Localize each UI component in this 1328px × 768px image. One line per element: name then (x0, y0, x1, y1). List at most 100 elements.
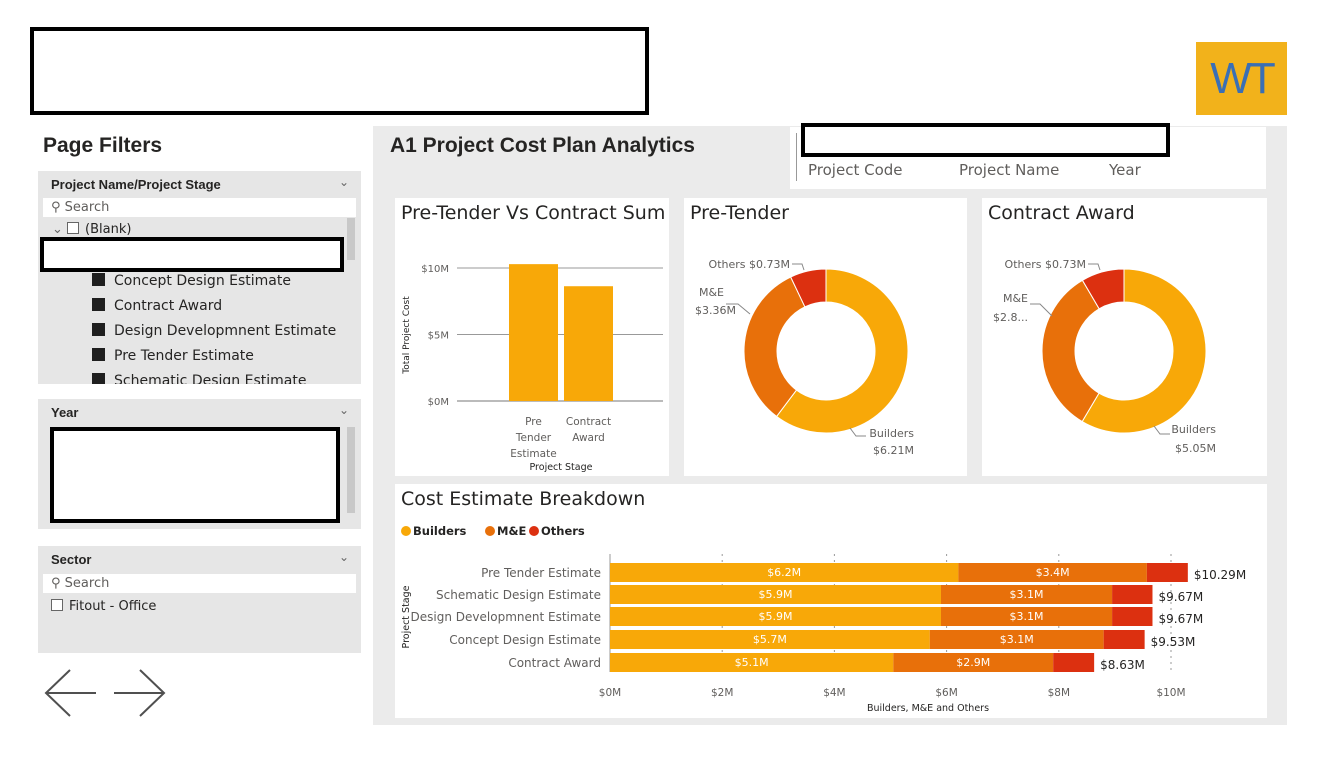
scrollbar[interactable] (347, 427, 355, 513)
stage-item[interactable]: Contract Award (92, 298, 222, 314)
x-tick-label: Pre Tender Estimate (510, 416, 556, 460)
bar-segment (1146, 563, 1188, 582)
total-label: $9.53M (1151, 635, 1196, 649)
checkbox-checked[interactable] (92, 273, 105, 286)
search-placeholder: Search (64, 200, 110, 215)
pretender-donut-card: Pre-Tender Others $0.73M M&E $3.36M Builder… (684, 198, 967, 476)
sector-slicer: Sector ⌄ ⚲ Search Fitout - Office (38, 546, 361, 653)
segment-label: $5.1M (735, 656, 769, 669)
y-tick-label: $10M (421, 264, 449, 275)
checkbox-checked[interactable] (92, 348, 105, 361)
sector-item[interactable]: Fitout - Office (51, 599, 156, 614)
project-code-label: Project Code (808, 161, 903, 179)
legend-marker (485, 526, 495, 536)
checkbox-checked[interactable] (92, 373, 105, 384)
segment-label: $6.2M (767, 566, 801, 579)
category-label: Design Developmnent Estimate (411, 610, 601, 624)
segment-label: $5.7M (753, 633, 787, 646)
tree-item-blank[interactable]: ⌄ (Blank) (52, 222, 131, 237)
data-label: $3.36M (695, 304, 736, 317)
checkbox-checked[interactable] (92, 323, 105, 336)
category-label: Concept Design Estimate (449, 633, 601, 647)
x-tick-label: $4M (823, 687, 845, 699)
chevron-down-icon[interactable]: ⌄ (339, 175, 349, 189)
chevron-down-icon[interactable]: ⌄ (52, 222, 63, 237)
redacted-project-name (40, 237, 344, 272)
page-filters-title: Page Filters (43, 134, 163, 157)
segment-label: $3.1M (1000, 633, 1034, 646)
slicer-header: Year (51, 405, 79, 420)
data-label: $2.8... (993, 311, 1028, 324)
data-label: $6.21M (873, 444, 914, 457)
y-tick-label: $0M (428, 397, 449, 408)
pretender-vs-contract-card: Pre-Tender Vs Contract Sum $0M $5M $10M Pre… (395, 198, 669, 476)
cost-breakdown-card: Cost Estimate Breakdown Builders M&E Other… (395, 484, 1267, 718)
category-label: Pre Tender Estimate (481, 566, 601, 580)
data-label: M&E (1003, 292, 1028, 305)
checkbox[interactable] (51, 599, 63, 611)
total-label: $9.67M (1158, 590, 1203, 604)
x-tick-label: $0M (599, 687, 621, 699)
tree-item-label: (Blank) (85, 222, 132, 237)
leader-line (1153, 425, 1170, 435)
redacted-project-info (801, 123, 1170, 157)
legend-label: Others (541, 524, 585, 538)
leader-line (1088, 263, 1101, 271)
slicer-header: Sector (51, 552, 92, 567)
project-name-label: Project Name (959, 161, 1060, 179)
donut-slice (1041, 279, 1100, 423)
bar-segment (1103, 630, 1145, 649)
total-label: $9.67M (1158, 612, 1203, 626)
x-axis-label: Builders, M&E and Others (867, 703, 989, 714)
pretender-vs-contract-chart: $0M $5M $10M Pre Tender Estimate Contract Award… (402, 264, 663, 473)
bar (509, 264, 558, 401)
checkbox-checked[interactable] (92, 298, 105, 311)
stage-item[interactable]: Pre Tender Estimate (92, 348, 254, 364)
stage-item[interactable]: Concept Design Estimate (92, 273, 291, 289)
legend-label: M&E (497, 524, 526, 538)
year-label: Year (1109, 161, 1141, 179)
segment-label: $3.4M (1036, 566, 1070, 579)
data-label: $5.05M (1175, 442, 1216, 455)
redacted-report-title (30, 27, 649, 115)
search-input[interactable]: ⚲ Search (43, 198, 356, 217)
data-label: Others $0.73M (1005, 258, 1086, 271)
chevron-down-icon[interactable]: ⌄ (339, 550, 349, 564)
total-label: $10.29M (1194, 568, 1246, 582)
x-tick-label: $6M (935, 687, 957, 699)
year-slicer: Year ⌄ (38, 399, 361, 529)
category-label: Contract Award (508, 656, 601, 670)
stage-item[interactable]: Design Developmnent Estimate (92, 323, 336, 339)
bar-segment (1053, 653, 1095, 672)
y-tick-label: $5M (428, 331, 449, 342)
divider (796, 133, 797, 181)
redacted-year-list (50, 427, 340, 523)
checkbox[interactable] (67, 222, 80, 234)
page-title: A1 Project Cost Plan Analytics (390, 134, 695, 157)
chevron-down-icon[interactable]: ⌄ (339, 403, 349, 417)
data-label: Others $0.73M (709, 258, 790, 271)
y-axis-label: Total Project Cost (402, 296, 412, 375)
leader-line (1030, 303, 1053, 317)
back-arrow-icon[interactable] (42, 668, 98, 718)
segment-label: $5.9M (759, 610, 793, 623)
bar (564, 286, 613, 401)
x-tick-label: $2M (711, 687, 733, 699)
stage-item[interactable]: Schematic Design Estimate (92, 373, 306, 384)
segment-label: $2.9M (956, 656, 990, 669)
data-label: Builders (869, 427, 914, 440)
logo-text: WT (1210, 53, 1275, 103)
cost-breakdown-chart: Builders M&E Others $0M $2M $4M $6M $8M $10M Buil… (401, 524, 1246, 714)
pretender-donut-chart: Others $0.73M M&E $3.36M Builders $6.21M (695, 258, 914, 457)
legend-label: Builders (413, 524, 467, 538)
leader-line (792, 263, 805, 271)
legend-marker (401, 526, 411, 536)
legend-marker (529, 526, 539, 536)
search-icon: ⚲ (51, 200, 61, 215)
leader-line (849, 427, 866, 437)
search-input[interactable]: ⚲ Search (43, 574, 356, 593)
project-stage-slicer: Project Name/Project Stage ⌄ ⚲ Search ⌄ … (38, 171, 361, 384)
contract-award-donut-chart: Others $0.73M M&E $2.8... Builders $5.05M (993, 258, 1216, 455)
forward-arrow-icon[interactable] (112, 668, 168, 718)
scrollbar[interactable] (347, 218, 355, 260)
